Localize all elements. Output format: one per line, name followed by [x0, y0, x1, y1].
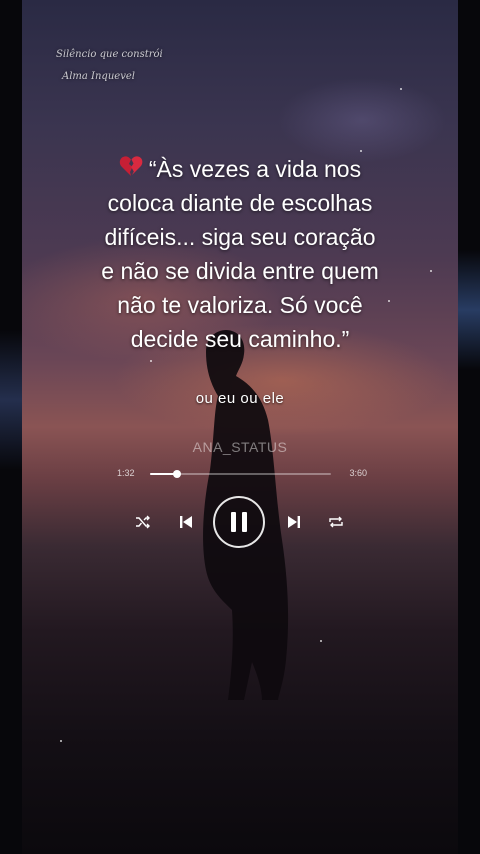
right-border	[458, 0, 480, 854]
progress-row: 1:32 3:60	[117, 466, 367, 482]
background-scene	[22, 0, 458, 854]
quote-line-2: coloca diante de escolhas	[107, 190, 373, 216]
next-icon[interactable]	[282, 510, 306, 534]
progress-track[interactable]	[150, 470, 331, 478]
lyric-line: ou eu ou ele	[195, 390, 285, 407]
left-border	[0, 0, 22, 854]
player-controls	[0, 496, 480, 552]
repeat-icon[interactable]	[324, 510, 348, 534]
quote-line-4: e não se divida entre quem	[101, 258, 379, 284]
broken-heart-icon	[119, 152, 143, 186]
watermark-line-2: Alma Inquevel	[62, 71, 135, 82]
pause-icon	[231, 512, 236, 532]
watermark: Silêncio que constrói Alma Inquevel	[56, 44, 163, 88]
previous-icon[interactable]	[174, 510, 198, 534]
progress-knob[interactable]	[173, 470, 182, 478]
shuffle-icon[interactable]	[131, 510, 155, 534]
pause-button[interactable]	[213, 496, 265, 548]
quote-line-6: decide seu caminho.”	[130, 326, 350, 352]
artist-name: ANA_STATUS	[192, 439, 288, 455]
quote-text: “Às vezes a vida nos coloca diante de es…	[60, 152, 420, 356]
total-time: 3:60	[349, 468, 367, 478]
watermark-line-1: Silêncio que constrói	[56, 49, 163, 60]
quote-line-3: difíceis... siga seu coração	[104, 224, 376, 250]
quote-line-5: não te valoriza. Só você	[117, 292, 363, 318]
elapsed-time: 1:32	[117, 468, 135, 478]
quote-line-1: “Às vezes a vida nos	[148, 156, 362, 182]
